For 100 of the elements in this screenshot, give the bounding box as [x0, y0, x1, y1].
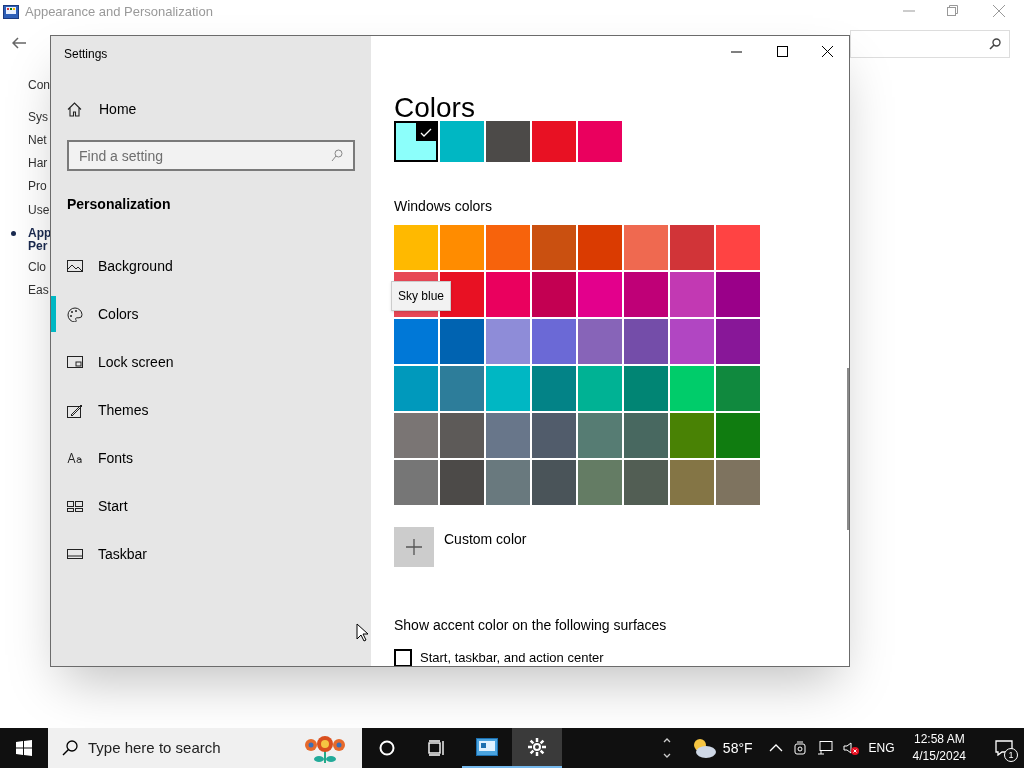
color-swatch[interactable]	[670, 366, 714, 411]
minimize-icon[interactable]	[731, 51, 742, 53]
color-swatch[interactable]	[486, 366, 530, 411]
section-label: Show accent color on the following surfaces	[394, 616, 667, 635]
color-swatch[interactable]	[578, 460, 622, 505]
nav-item[interactable]: Colors	[51, 290, 371, 338]
sidebar-link[interactable]: Con	[28, 79, 50, 92]
color-swatch[interactable]	[394, 413, 438, 458]
color-swatch[interactable]	[578, 319, 622, 364]
color-swatch[interactable]	[532, 319, 576, 364]
nav-item[interactable]: Themes	[51, 386, 371, 434]
minimize-icon[interactable]	[903, 10, 915, 12]
notification-button[interactable]: 1	[984, 728, 1024, 768]
color-swatch[interactable]	[624, 460, 668, 505]
sidebar-link[interactable]: Sys	[28, 111, 48, 124]
color-swatch[interactable]	[532, 413, 576, 458]
color-swatch[interactable]	[670, 319, 714, 364]
sidebar-link[interactable]: Use	[28, 204, 50, 217]
color-swatch[interactable]	[624, 366, 668, 411]
search-icon	[62, 740, 78, 756]
muted-speaker-icon[interactable]	[842, 741, 859, 755]
color-swatch[interactable]	[440, 225, 484, 270]
color-swatch[interactable]	[670, 413, 714, 458]
color-swatch[interactable]	[716, 366, 760, 411]
color-swatch[interactable]	[578, 366, 622, 411]
scrollbar[interactable]	[847, 368, 849, 530]
settings-button[interactable]	[512, 728, 562, 768]
color-swatch[interactable]	[716, 272, 760, 317]
sidebar-link[interactable]: Har	[28, 157, 48, 170]
page-heading: Colors	[394, 91, 476, 125]
color-swatch[interactable]	[532, 225, 576, 270]
nav-item[interactable]: Taskbar	[51, 530, 371, 578]
color-swatch[interactable]	[394, 225, 438, 270]
color-swatch[interactable]	[624, 225, 668, 270]
color-swatch[interactable]	[486, 272, 530, 317]
clock-date[interactable]: 4/15/2024	[912, 748, 966, 765]
color-swatch[interactable]	[440, 413, 484, 458]
color-swatch[interactable]	[440, 366, 484, 411]
color-swatch[interactable]	[716, 225, 760, 270]
picture-icon	[67, 258, 83, 274]
clock-time[interactable]: 12:58 AM	[913, 731, 965, 748]
color-swatch[interactable]	[624, 413, 668, 458]
color-swatch[interactable]	[532, 272, 576, 317]
color-swatch[interactable]	[624, 272, 668, 317]
camera-icon[interactable]	[792, 741, 807, 755]
color-swatch[interactable]	[670, 460, 714, 505]
color-swatch[interactable]	[716, 413, 760, 458]
color-swatch[interactable]	[578, 225, 622, 270]
color-swatch[interactable]	[716, 319, 760, 364]
add-color-button[interactable]	[394, 527, 434, 567]
brush-icon	[67, 402, 83, 418]
color-swatch[interactable]	[394, 121, 438, 162]
sidebar-link[interactable]: Clo	[28, 261, 46, 274]
color-swatch[interactable]	[394, 319, 438, 364]
color-swatch[interactable]	[670, 272, 714, 317]
color-swatch[interactable]	[578, 413, 622, 458]
color-swatch[interactable]	[440, 460, 484, 505]
taskbar-search-field[interactable]: Type here to search	[48, 728, 362, 768]
color-swatch[interactable]	[486, 460, 530, 505]
back-arrow-icon[interactable]	[12, 37, 26, 49]
close-icon[interactable]	[822, 46, 833, 57]
fonts-icon	[67, 450, 83, 466]
gear-icon	[527, 737, 547, 757]
color-swatch[interactable]	[486, 413, 530, 458]
color-swatch[interactable]	[394, 366, 438, 411]
custom-color-label[interactable]: Custom color	[444, 529, 527, 550]
search-field[interactable]: Find a setting	[67, 140, 355, 171]
color-swatch[interactable]	[578, 121, 622, 162]
color-swatch[interactable]	[624, 319, 668, 364]
nav-item[interactable]: Lock screen	[51, 338, 371, 386]
chevron-up-icon[interactable]	[768, 744, 783, 752]
color-swatch[interactable]	[440, 121, 484, 162]
color-swatch[interactable]	[532, 366, 576, 411]
color-swatch[interactable]	[486, 319, 530, 364]
nav-item[interactable]: Start	[51, 482, 371, 530]
mouse-cursor-icon	[356, 623, 369, 642]
color-swatch[interactable]	[532, 460, 576, 505]
weather-widget[interactable]: 58°F	[686, 728, 757, 768]
color-swatch[interactable]	[532, 121, 576, 162]
restore-icon[interactable]	[947, 5, 958, 16]
nav-item[interactable]: Background	[51, 242, 371, 290]
color-swatch[interactable]	[578, 272, 622, 317]
color-swatch[interactable]	[670, 225, 714, 270]
notification-count: 1	[1004, 748, 1018, 762]
color-swatch[interactable]	[394, 460, 438, 505]
section-heading: Personalization	[67, 195, 171, 214]
sidebar-link[interactable]: App Per	[28, 227, 52, 253]
language-indicator[interactable]: ENG	[868, 739, 895, 757]
network-icon[interactable]	[816, 741, 833, 755]
checkbox[interactable]: Start, taskbar, and action center	[394, 649, 604, 666]
sidebar-link[interactable]: Pro	[28, 180, 47, 193]
color-swatch[interactable]	[716, 460, 760, 505]
home-link[interactable]: Home	[67, 99, 137, 120]
color-swatch[interactable]	[486, 225, 530, 270]
color-swatch[interactable]	[440, 319, 484, 364]
color-swatch[interactable]	[486, 121, 530, 162]
sidebar-link[interactable]: Eas	[28, 284, 49, 297]
maximize-icon[interactable]	[777, 46, 788, 57]
sidebar-link[interactable]: Net	[28, 134, 47, 147]
nav-item[interactable]: Fonts	[51, 434, 371, 482]
